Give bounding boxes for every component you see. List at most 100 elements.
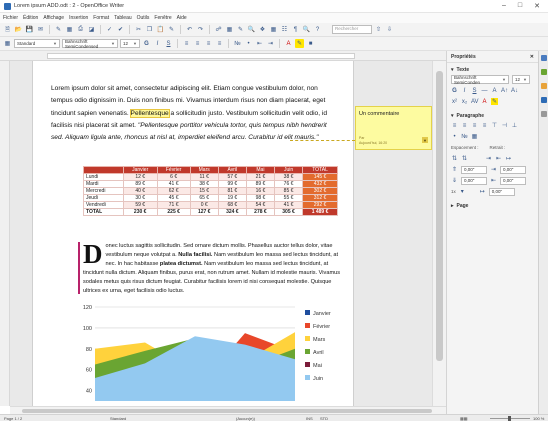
align-bottom-icon[interactable]: ⊥	[511, 122, 518, 129]
language-indicator[interactable]: (Aucun(e))	[236, 416, 255, 421]
table-cell[interactable]: 54 €	[245, 201, 275, 209]
sales-table[interactable]: Janvier Février Mars Avril Mai Juin TOTA…	[83, 166, 338, 216]
table-cell[interactable]: 81 €	[217, 187, 247, 195]
paragraph-donec[interactable]: Donec luctus sagittis sollicitudin. Sed …	[83, 241, 341, 296]
font-name-select[interactable]: Bahnschrift SemiCondensed ▼	[62, 39, 118, 49]
paragraph-style-select[interactable]: Standard ▼	[14, 39, 60, 48]
increase-spacing-icon[interactable]: ⇅	[451, 155, 458, 162]
font-size-select[interactable]: 12 ▼	[120, 39, 140, 48]
align-left-icon[interactable]: ≡	[451, 123, 458, 129]
table-cell[interactable]: 40 €	[122, 187, 158, 195]
page-style-indicator[interactable]: Standard	[110, 416, 126, 421]
superscript-icon[interactable]: x²	[451, 99, 458, 105]
bold-icon[interactable]: G	[142, 39, 151, 48]
cut-icon[interactable]: ✂	[134, 25, 143, 34]
table-cell[interactable]: 6 €	[156, 173, 191, 181]
decrease-indent-icon[interactable]: ⇤	[255, 39, 264, 48]
indent-before-field[interactable]: 0,00"	[500, 165, 526, 174]
menu-view[interactable]: Affichage	[43, 15, 64, 21]
print-icon[interactable]: ⎙	[76, 25, 85, 34]
find-previous-icon[interactable]: ⇧	[374, 25, 383, 34]
close-icon[interactable]: ✕	[534, 2, 540, 10]
table-cell[interactable]: 41 €	[156, 180, 191, 188]
spacing-below-field[interactable]: 0,00"	[461, 176, 487, 185]
gallery-icon[interactable]: ▦	[269, 25, 278, 34]
menu-insert[interactable]: Insertion	[69, 15, 88, 21]
table-total-cell[interactable]: 312 €	[302, 194, 338, 202]
indent-after-field[interactable]: 0,00"	[500, 176, 526, 185]
justify-icon[interactable]: ≡	[215, 39, 224, 48]
horizontal-scrollbar[interactable]	[10, 406, 446, 414]
table-cell[interactable]: 38 €	[189, 180, 219, 188]
table-cell[interactable]: 38 €	[273, 173, 304, 181]
highlighted-word[interactable]: Pellentesque	[129, 108, 170, 118]
save-icon[interactable]: 💾	[25, 25, 34, 34]
scrollbar-thumb[interactable]	[436, 71, 443, 361]
bold-icon[interactable]: G	[451, 88, 458, 94]
table-total-cell[interactable]: 432 €	[302, 180, 338, 188]
subscript-icon[interactable]: x₂	[461, 99, 468, 105]
find-next-icon[interactable]: ⇩	[385, 25, 394, 34]
align-center-icon[interactable]: ≡	[193, 39, 202, 48]
align-middle-icon[interactable]: ⊣	[501, 122, 508, 129]
document-page[interactable]: Lorem ipsum dolor sit amet, consectetur …	[32, 61, 354, 406]
comment-text[interactable]: Un commentaire	[359, 111, 399, 117]
menu-tools[interactable]: Outils	[137, 15, 150, 21]
vertical-scrollbar[interactable]	[432, 61, 446, 406]
table-cell[interactable]: 99 €	[217, 180, 247, 188]
minimize-icon[interactable]: –	[502, 2, 506, 10]
increase-indent-icon[interactable]: ⇥	[266, 39, 275, 48]
decrease-spacing-icon[interactable]: ⇅	[461, 155, 468, 162]
navigator-icon[interactable]: ❖	[258, 25, 267, 34]
table-cell[interactable]: 76 €	[273, 180, 304, 188]
underline-icon[interactable]: S	[164, 39, 173, 48]
table-cell[interactable]: Mercredi	[83, 187, 124, 195]
decrease-indent-icon[interactable]: ⇤	[495, 155, 502, 162]
highlight-icon[interactable]: ✎	[295, 39, 304, 48]
table-cell[interactable]: 225 €	[156, 208, 191, 216]
table-cell[interactable]: 324 €	[217, 208, 247, 216]
new-document-icon[interactable]: 🗎	[3, 25, 12, 34]
redo-icon[interactable]: ↷	[196, 25, 205, 34]
table-grand-total-cell[interactable]: 1 489 €	[302, 208, 338, 216]
settings-tab-icon[interactable]	[540, 111, 547, 117]
bullets-icon[interactable]: •	[244, 39, 253, 48]
paragraph-background-icon[interactable]: ▦	[471, 133, 478, 140]
collapse-icon[interactable]: ▾	[451, 67, 454, 73]
zoom-level[interactable]: 100 %	[533, 416, 544, 421]
increase-indent-icon[interactable]: ⇥	[485, 155, 492, 162]
align-top-icon[interactable]: ⊤	[491, 122, 498, 129]
area-chart[interactable]: 120 100 80 60 40 Janvier Février Mars Avril Mai Ju…	[73, 299, 353, 406]
comment-menu-button[interactable]: ▼	[422, 137, 428, 143]
formatting-marks-icon[interactable]: ¶	[291, 25, 300, 34]
table-cell[interactable]: 12 €	[122, 173, 158, 181]
edit-file-icon[interactable]: ✎	[54, 25, 63, 34]
expand-icon[interactable]: ▸	[451, 203, 454, 209]
styles-icon[interactable]: ▦	[3, 39, 12, 48]
strikethrough-icon[interactable]: ―	[481, 88, 488, 94]
background-color-icon[interactable]: ■	[306, 39, 315, 48]
table-cell[interactable]: 16 €	[245, 187, 275, 195]
table-cell[interactable]: 305 €	[273, 208, 304, 216]
chevron-down-icon[interactable]: ▾	[459, 188, 466, 195]
justify-icon[interactable]: ≡	[481, 123, 488, 129]
data-sources-icon[interactable]: ☷	[280, 25, 289, 34]
table-cell[interactable]: 68 €	[217, 201, 247, 209]
align-right-icon[interactable]: ≡	[204, 39, 213, 48]
align-right-icon[interactable]: ≡	[471, 123, 478, 129]
styles-tab-icon[interactable]	[540, 69, 547, 75]
find-replace-icon[interactable]: 🔍	[247, 25, 256, 34]
paragraph-lorem[interactable]: Lorem ipsum dolor sit amet, consectetur …	[51, 83, 331, 144]
menu-format[interactable]: Format	[93, 15, 109, 21]
text-section-header[interactable]: ▾ Texte	[451, 65, 534, 74]
menu-table[interactable]: Tableau	[114, 15, 132, 21]
shrink-font-icon[interactable]: A↓	[511, 88, 518, 94]
table-cell[interactable]: 89 €	[245, 180, 275, 188]
underline-icon[interactable]: S	[471, 88, 478, 94]
table-cell[interactable]: 11 €	[189, 173, 219, 181]
selection-mode-indicator[interactable]: STD	[320, 416, 328, 421]
line-spacing-value[interactable]: 1x	[451, 189, 456, 194]
spacing-above-field[interactable]: 0,00"	[461, 165, 487, 174]
table-cell[interactable]: 41 €	[273, 201, 304, 209]
help-icon[interactable]: ?	[313, 25, 322, 34]
